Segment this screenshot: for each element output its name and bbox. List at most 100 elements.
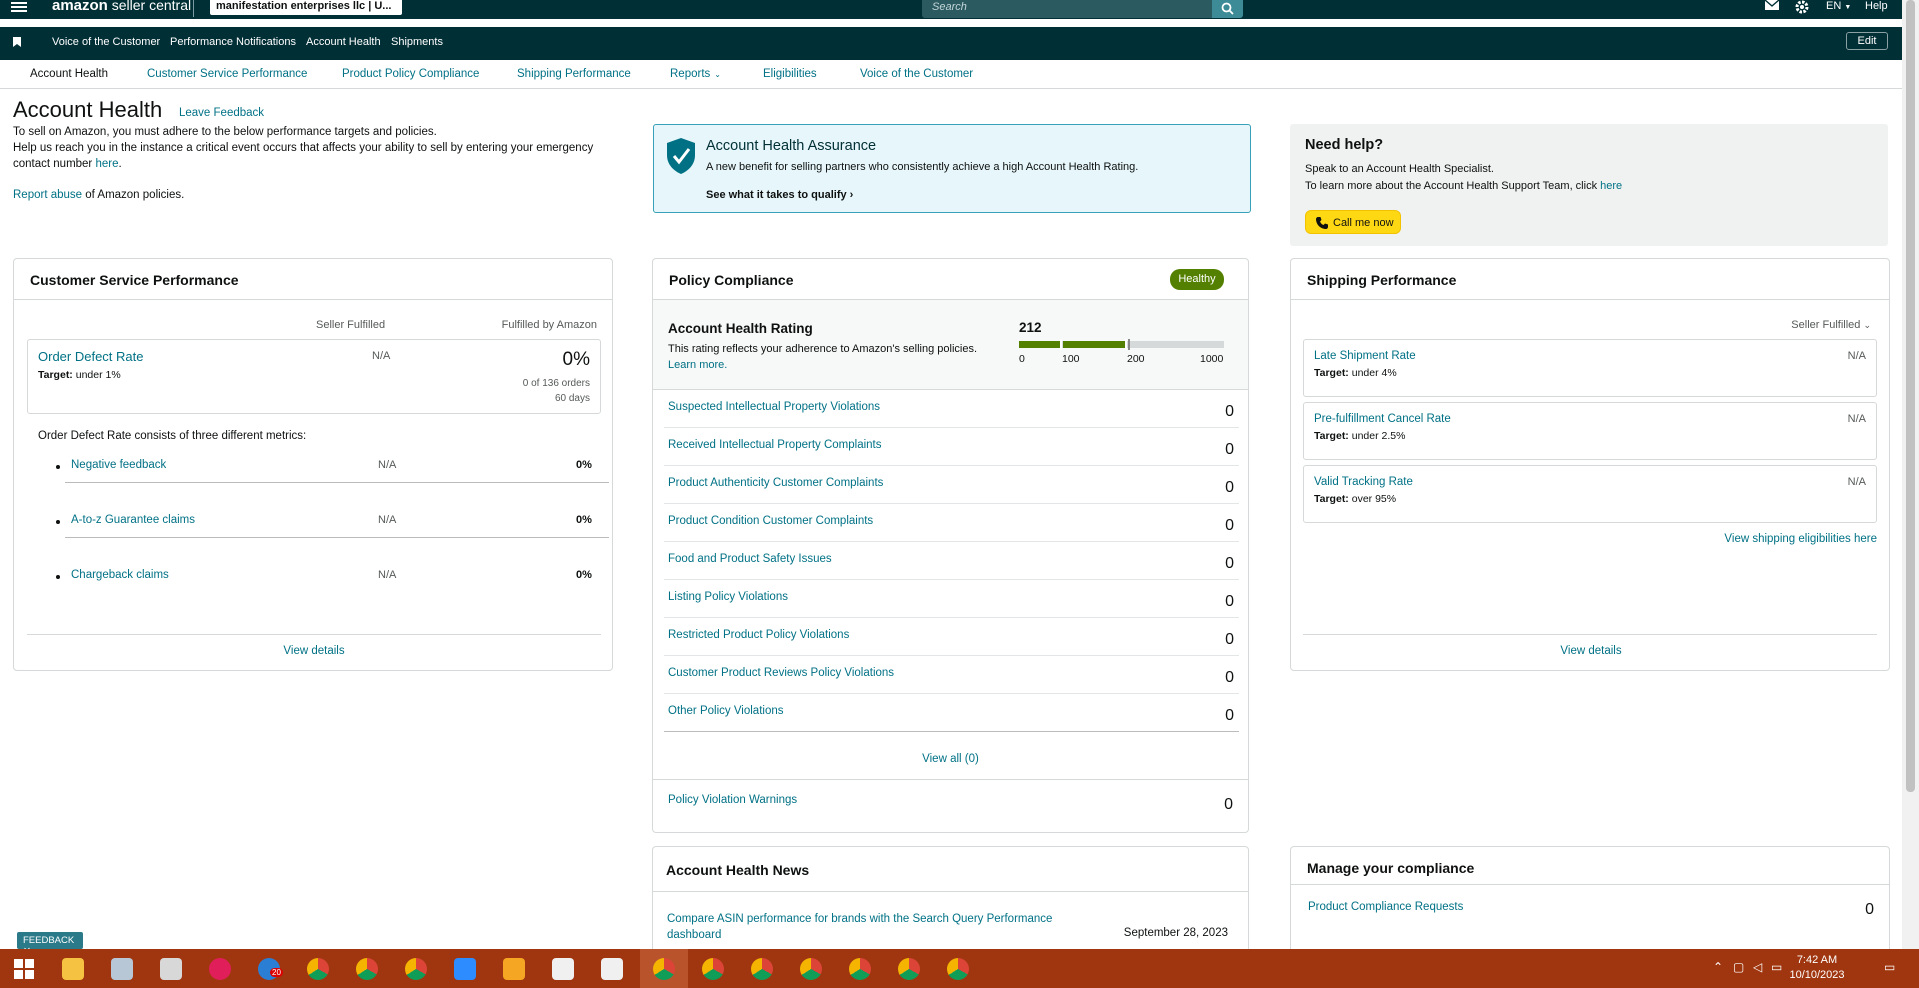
chrome-icon[interactable] xyxy=(849,958,871,980)
zoom-icon[interactable] xyxy=(454,958,476,980)
table-row: Customer Product Reviews Policy Violatio… xyxy=(664,656,1239,694)
page-scrollbar[interactable] xyxy=(1902,0,1919,949)
chrome-icon[interactable] xyxy=(947,958,969,980)
violation-link[interactable]: Product Condition Customer Complaints xyxy=(668,515,873,527)
sp-view-details-link[interactable]: View details xyxy=(1291,645,1891,657)
tab-product-policy-compliance[interactable]: Product Policy Compliance xyxy=(342,68,479,80)
negative-feedback-link[interactable]: Negative feedback xyxy=(71,459,166,471)
notepad-icon[interactable] xyxy=(111,958,133,980)
tab-reports[interactable]: Reports ⌄ xyxy=(670,68,721,80)
call-me-now-button[interactable]: Call me now xyxy=(1305,210,1401,234)
emergency-contact-link[interactable]: here xyxy=(95,158,118,170)
metric-target-value: under 4% xyxy=(1348,367,1397,379)
search-input[interactable]: Search xyxy=(922,0,1212,18)
slack-icon[interactable] xyxy=(209,958,231,980)
chrome-icon[interactable] xyxy=(800,958,822,980)
odr-days: 60 days xyxy=(554,393,590,404)
violation-link[interactable]: Restricted Product Policy Violations xyxy=(668,629,849,641)
customer-service-performance-card: Customer Service Performance Seller Fulf… xyxy=(13,258,613,671)
bookmark-shipments[interactable]: Shipments xyxy=(391,36,443,48)
chrome-icon[interactable] xyxy=(702,958,724,980)
browser-icon[interactable]: 20 xyxy=(258,958,283,980)
learn-more-link[interactable]: Learn more. xyxy=(668,359,727,371)
violation-link[interactable]: Suspected Intellectual Property Violatio… xyxy=(668,401,880,413)
csp-view-details-link[interactable]: View details xyxy=(14,645,614,657)
policy-violation-warnings-link[interactable]: Policy Violation Warnings xyxy=(668,794,797,806)
need-help-line-2: To learn more about the Account Health S… xyxy=(1305,180,1622,192)
violation-link[interactable]: Customer Product Reviews Policy Violatio… xyxy=(668,667,894,679)
volume-icon[interactable]: ◁ xyxy=(1753,960,1762,974)
file-explorer-icon[interactable] xyxy=(62,958,84,980)
violation-link[interactable]: Food and Product Safety Issues xyxy=(668,553,832,565)
meet-icon[interactable]: ▢ xyxy=(1733,960,1744,974)
menu-icon[interactable] xyxy=(11,0,27,16)
pre-fulfillment-cancel-rate-link[interactable]: Pre-fulfillment Cancel Rate xyxy=(1314,413,1451,425)
tab-voice-of-customer[interactable]: Voice of the Customer xyxy=(860,68,973,80)
windows-start-icon[interactable] xyxy=(13,958,35,980)
page-tabs: Account Health Customer Service Performa… xyxy=(0,61,1902,89)
view-all-link[interactable]: View all (0) xyxy=(653,753,1248,765)
metric-fba-value: 0% xyxy=(576,459,592,471)
chrome-icon[interactable] xyxy=(356,958,378,980)
shipping-eligibilities-link[interactable]: View shipping eligibilities here xyxy=(1724,533,1877,545)
feedback-tab[interactable]: FEEDBACK ✕ xyxy=(17,932,83,957)
a-to-z-claims-link[interactable]: A-to-z Guarantee claims xyxy=(71,514,195,526)
late-shipment-rate-link[interactable]: Late Shipment Rate xyxy=(1314,350,1416,362)
metric-value: N/A xyxy=(1847,413,1866,425)
chrome-icon[interactable] xyxy=(405,958,427,980)
bookmark-icon[interactable] xyxy=(13,37,21,47)
settings-gear-icon[interactable] xyxy=(1795,0,1809,17)
table-row: Listing Policy Violations 0 xyxy=(664,580,1239,618)
chrome-icon[interactable] xyxy=(653,958,675,980)
help-link[interactable]: Help xyxy=(1865,0,1888,12)
search-button[interactable] xyxy=(1212,0,1243,18)
app-r-icon[interactable] xyxy=(503,958,525,980)
violation-link[interactable]: Received Intellectual Property Complaint… xyxy=(668,439,882,451)
leave-feedback-link[interactable]: Leave Feedback xyxy=(179,107,264,119)
account-switcher[interactable]: manifestation enterprises llc | U... xyxy=(210,0,402,15)
bookmark-performance-notifications[interactable]: Performance Notifications xyxy=(170,36,296,48)
bookmark-voice-of-customer[interactable]: Voice of the Customer xyxy=(52,36,160,48)
calculator-icon[interactable] xyxy=(160,958,182,980)
mail-icon[interactable] xyxy=(1764,0,1780,14)
chart-app-icon[interactable] xyxy=(552,958,574,980)
edit-bookmarks-button[interactable]: Edit xyxy=(1846,32,1888,50)
violation-link[interactable]: Other Policy Violations xyxy=(668,705,783,717)
taskbar-clock[interactable]: 7:42 AM 10/10/2023 xyxy=(1787,953,1847,983)
report-abuse-link[interactable]: Report abuse xyxy=(13,189,82,201)
chevron-up-icon[interactable]: ⌃ xyxy=(1713,960,1723,974)
intro-line-2: Help us reach you in the instance a crit… xyxy=(13,140,613,172)
product-compliance-requests-link[interactable]: Product Compliance Requests xyxy=(1308,901,1463,913)
chevron-down-icon: ▼ xyxy=(1844,4,1852,11)
order-defect-rate-link[interactable]: Order Defect Rate xyxy=(38,349,144,364)
scrollbar-thumb[interactable] xyxy=(1906,0,1915,792)
chevron-down-icon: ⌄ xyxy=(714,70,721,79)
language-selector[interactable]: EN ▼ xyxy=(1826,0,1851,12)
bar-divider xyxy=(1060,339,1062,350)
see-qualify-link[interactable]: See what it takes to qualify › xyxy=(706,189,853,201)
tab-customer-service-performance[interactable]: Customer Service Performance xyxy=(147,68,307,80)
violation-link[interactable]: Listing Policy Violations xyxy=(668,591,788,603)
chargeback-claims-link[interactable]: Chargeback claims xyxy=(71,569,169,581)
chrome-icon[interactable] xyxy=(898,958,920,980)
bookmark-account-health[interactable]: Account Health xyxy=(306,36,381,48)
violation-link[interactable]: Product Authenticity Customer Complaints xyxy=(668,477,883,489)
score-marker xyxy=(1128,339,1130,350)
tab-account-health[interactable]: Account Health xyxy=(30,68,108,80)
chart-app-icon[interactable] xyxy=(601,958,623,980)
support-team-link[interactable]: here xyxy=(1600,180,1622,192)
fulfillment-filter-dropdown[interactable]: Seller Fulfilled ⌄ xyxy=(1791,319,1871,331)
scale-label: 100 xyxy=(1062,353,1080,365)
news-item-link[interactable]: Compare ASIN performance for brands with… xyxy=(667,911,1067,943)
card-header: Customer Service Performance xyxy=(14,259,612,300)
need-help-panel: Need help? Speak to an Account Health Sp… xyxy=(1290,124,1888,246)
tab-eligibilities[interactable]: Eligibilities xyxy=(763,68,817,80)
valid-tracking-rate-link[interactable]: Valid Tracking Rate xyxy=(1314,476,1413,488)
chrome-icon[interactable] xyxy=(307,958,329,980)
brand-logo[interactable]: amazon seller central xyxy=(52,0,191,14)
notifications-icon[interactable]: ▭ xyxy=(1884,960,1895,974)
chrome-icon[interactable] xyxy=(751,958,773,980)
tab-shipping-performance[interactable]: Shipping Performance xyxy=(517,68,631,80)
network-icon[interactable]: ▭ xyxy=(1771,960,1782,974)
table-row: Restricted Product Policy Violations 0 xyxy=(664,618,1239,656)
